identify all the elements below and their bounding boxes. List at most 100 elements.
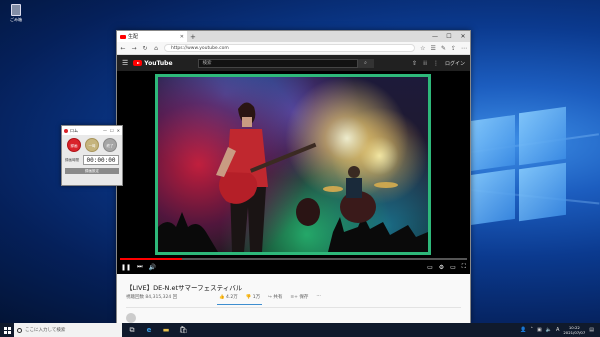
recorder-title: ロム [70,127,78,133]
recorder-window: ロム — ☐ ✕ 録画 一時 終了 録画時間 00:00:00 録画設定 [61,125,123,186]
video-actions: 👍 4.2万 👎 1万 ↪ 共有 ≡+ 保存 ⋯ [219,294,321,300]
settings-dots-icon[interactable]: ⋮ [433,60,439,67]
share-icon[interactable]: ⇪ [451,45,456,52]
apps-grid-icon[interactable]: ⁞⁞ [423,60,427,67]
url-input[interactable]: https://www.youtube.com [164,44,416,52]
recycle-bin-label: ごみ箱 [10,17,22,22]
tab-title: 生配 [128,34,139,40]
like-ratio-bar [217,304,262,305]
file-explorer-icon[interactable]: ▬ [162,326,170,334]
like-count: 4.2万 [226,295,238,300]
youtube-favicon-icon [120,34,126,39]
forward-icon[interactable]: → [131,45,137,52]
dislike-button[interactable]: 👎 1万 [246,294,260,300]
save-label: 保存 [299,295,309,300]
recorder-titlebar[interactable]: ロム — ☐ ✕ [62,126,122,135]
next-icon[interactable]: ⏭ [137,263,142,271]
ime-icon[interactable]: A [556,327,559,333]
volume-icon[interactable]: 🔊 [148,264,155,271]
speaker-icon[interactable]: 🔈 [546,327,552,333]
home-icon[interactable]: ⌂ [153,45,159,52]
concert-scene-image [158,102,428,252]
recording-settings-button[interactable]: 録画設定 [65,168,119,174]
close-window-button[interactable]: ✕ [456,31,470,42]
pause-button[interactable]: 一時 [85,138,99,152]
upload-icon[interactable]: ⇧ [412,60,417,67]
video-frame[interactable] [155,74,431,255]
reading-icon[interactable]: ✎ [441,45,446,52]
hamburger-menu-icon[interactable]: ☰ [122,59,128,67]
more-menu-icon[interactable]: ⋯ [461,45,467,52]
new-tab-button[interactable]: + [190,33,196,41]
recycle-bin-icon [11,4,21,16]
recording-time-label: 録画時間 [65,157,79,162]
edge-browser-icon[interactable]: e [145,326,153,334]
start-button[interactable] [0,323,14,337]
recycle-bin-desktop-icon[interactable]: ごみ箱 [6,4,26,23]
back-icon[interactable]: ← [120,45,126,52]
view-count: 視聴回数 84,315,324 回 [126,295,178,300]
youtube-play-logo-icon [133,60,143,66]
video-player[interactable]: ❚❚ ⏭ 🔊 ▭ ⚙ ▭ ⛶ [117,71,470,274]
recorder-close-button[interactable]: ✕ [117,128,120,133]
subtitles-icon[interactable]: ▭ [427,264,433,271]
task-view-icon[interactable]: ⧉ [128,326,136,335]
settings-gear-icon[interactable]: ⚙ [439,264,444,271]
fullscreen-icon[interactable]: ⛶ [462,263,466,271]
channel-avatar[interactable] [126,313,136,323]
more-actions-icon[interactable]: ⋯ [316,294,321,300]
maximize-button[interactable]: ☐ [442,31,456,42]
recorder-maximize-button[interactable]: ☐ [110,128,114,133]
browser-tab-youtube[interactable]: 生配 ✕ [117,31,187,42]
store-icon[interactable]: 🛍 [179,326,188,334]
youtube-search-input[interactable]: 検索 [197,58,358,68]
people-icon[interactable]: 👤 [520,327,526,333]
login-button[interactable]: ログイン [445,60,465,67]
search-icon[interactable]: ⌕ [357,58,374,68]
refresh-icon[interactable]: ↻ [142,45,148,52]
recording-time-row: 録画時間 00:00:00 [65,155,119,165]
recording-time-display: 00:00:00 [83,155,119,165]
video-progress-bar[interactable] [120,258,467,260]
taskbar: ここに入力して検索 ⧉ e ▬ 🛍 👤 ˄ ▣ 🔈 A 10:22 2021/0… [0,323,600,337]
theater-mode-icon[interactable]: ▭ [450,264,456,271]
notification-icon[interactable]: ▤ [589,327,594,333]
recorder-window-controls: — ☐ ✕ [103,128,120,133]
system-tray: 👤 ˄ ▣ 🔈 A 10:22 2021/07/07 ▤ [520,325,600,335]
cortana-icon [17,327,22,333]
youtube-header: ☰ YouTube 検索 ⌕ ⇧ ⁞⁞ ⋮ ログイン [117,55,470,71]
youtube-header-actions: ⇧ ⁞⁞ ⋮ ログイン [412,60,465,67]
dislike-count: 1万 [252,295,261,300]
show-hidden-icons-icon[interactable]: ˄ [530,327,533,333]
thumbs-down-icon: 👎 [245,295,252,300]
save-button[interactable]: ≡+ 保存 [290,294,308,300]
taskbar-search-placeholder: ここに入力して検索 [25,328,66,333]
pause-icon[interactable]: ❚❚ [121,264,131,271]
taskbar-pinned-apps: ⧉ e ▬ 🛍 [128,326,188,335]
clock-date: 2021/07/07 [563,330,586,335]
record-button[interactable]: 録画 [67,138,81,152]
tab-close-icon[interactable]: ✕ [180,34,184,40]
minimize-button[interactable]: — [428,31,442,42]
taskbar-clock[interactable]: 10:22 2021/07/07 [563,325,585,335]
share-label: 共有 [273,295,283,300]
windows-start-icon [3,326,11,334]
network-icon[interactable]: ▣ [537,327,542,333]
video-progress-played [120,258,183,260]
recorder-minimize-button[interactable]: — [103,128,107,133]
favorites-list-icon[interactable]: ☰ [431,45,436,52]
tab-strip: 生配 ✕ + — ☐ ✕ [117,31,470,42]
address-bar: ← → ↻ ⌂ https://www.youtube.com ☆ ☰ ✎ ⇪ … [117,42,470,55]
browser-window: 生配 ✕ + — ☐ ✕ ← → ↻ ⌂ https://www.youtube… [116,30,471,324]
share-button[interactable]: ↪ 共有 [268,294,282,300]
window-controls: — ☐ ✕ [428,31,470,42]
like-button[interactable]: 👍 4.2万 [219,294,238,300]
recorder-buttons: 録画 一時 終了 [62,135,122,152]
recorder-app-icon [64,128,68,133]
stop-button[interactable]: 終了 [103,138,117,152]
video-title: 【LIVE】DE-N.etサマーフェスティバル [126,284,243,292]
favorites-star-icon[interactable]: ☆ [420,45,425,52]
youtube-logo[interactable]: YouTube [133,60,173,67]
taskbar-search-box[interactable]: ここに入力して検索 [14,323,122,337]
playlist-add-icon: ≡+ [290,295,298,300]
